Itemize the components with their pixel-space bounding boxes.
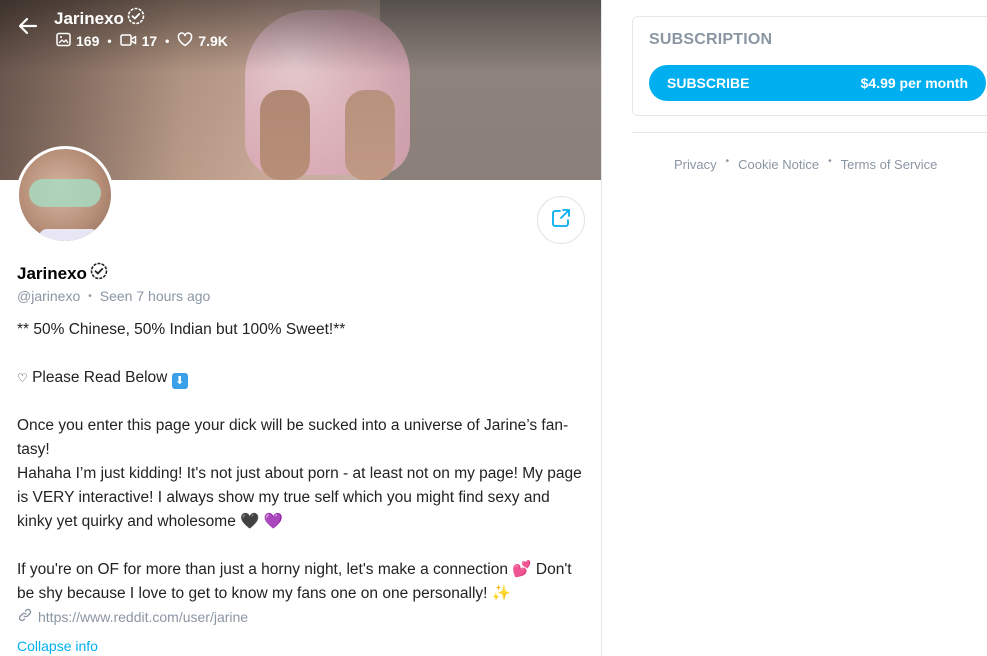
avatar[interactable]	[16, 146, 114, 244]
down-arrow-emoji-icon: ⬇	[171, 373, 188, 389]
black-heart-emoji-icon: 🖤	[240, 513, 260, 530]
cover-name: Jarinexo	[54, 8, 124, 28]
heart-icon	[177, 32, 193, 50]
divider	[632, 132, 987, 133]
footer-links: Privacy • Cookie Notice • Terms of Servi…	[674, 156, 938, 172]
video-icon	[119, 33, 137, 50]
profile-link-text: https://www.reddit.com/user/jarine	[38, 608, 249, 625]
verified-badge-icon	[127, 7, 145, 30]
bio-line: ♡ Please Read Below ⬇	[17, 366, 589, 390]
likes-stat: 7.9K	[177, 32, 228, 50]
share-button[interactable]	[537, 196, 585, 244]
subscribe-label: SUBSCRIBE	[667, 75, 750, 91]
terms-link[interactable]: Terms of Service	[841, 157, 938, 172]
verified-badge-icon	[90, 262, 108, 285]
profile-name: Jarinexo	[17, 263, 87, 283]
bio-line: If you're on OF for more than just a hor…	[17, 561, 572, 602]
last-seen: Seen 7 hours ago	[99, 288, 211, 304]
link-icon	[18, 608, 32, 625]
videos-stat: 17	[119, 33, 158, 50]
subscribe-price: $4.99 per month	[860, 75, 968, 91]
back-arrow-icon	[18, 16, 38, 41]
likes-count: 7.9K	[198, 33, 228, 49]
videos-count: 17	[141, 33, 158, 49]
photos-stat: 169	[56, 32, 99, 50]
back-button[interactable]	[14, 14, 42, 42]
bio-line: Hahaha I’m just kidding! It's not just a…	[17, 465, 582, 530]
privacy-link[interactable]: Privacy	[674, 157, 717, 172]
collapse-info-link[interactable]: Collapse info	[17, 638, 98, 654]
bio-line: Once you enter this page your dick will …	[17, 417, 569, 458]
image-icon	[56, 32, 71, 50]
profile-column: Jarinexo 169 • 17 • 7.9K Jarinexo @jarin…	[0, 0, 602, 656]
bio-line: ** 50% Chinese, 50% Indian but 100% Swee…	[17, 321, 346, 338]
two-hearts-emoji-icon: 💕	[512, 561, 532, 578]
purple-heart-emoji-icon: 💜	[263, 513, 284, 530]
profile-link[interactable]: https://www.reddit.com/user/jarine	[18, 608, 248, 625]
subscription-card: SUBSCRIPTION SUBSCRIBE $4.99 per month	[632, 16, 987, 116]
subscribe-button[interactable]: SUBSCRIBE $4.99 per month	[649, 65, 986, 101]
subscription-title: SUBSCRIPTION	[649, 31, 773, 48]
cover-header: Jarinexo 169 • 17 • 7.9K	[0, 0, 601, 60]
profile-name-row: Jarinexo	[17, 262, 108, 285]
cover-title: Jarinexo	[54, 7, 145, 30]
share-icon	[550, 207, 572, 234]
sparkles-emoji-icon: ✨	[491, 585, 512, 602]
photos-count: 169	[76, 33, 100, 49]
heart-outline-icon: ♡	[17, 371, 28, 385]
cookie-notice-link[interactable]: Cookie Notice	[738, 157, 819, 172]
cover-stats: 169 • 17 • 7.9K	[56, 32, 228, 50]
profile-handle: @jarinexo	[17, 288, 81, 304]
profile-bio: ** 50% Chinese, 50% Indian but 100% Swee…	[17, 318, 589, 606]
handle-row: @jarinexo • Seen 7 hours ago	[17, 288, 211, 304]
